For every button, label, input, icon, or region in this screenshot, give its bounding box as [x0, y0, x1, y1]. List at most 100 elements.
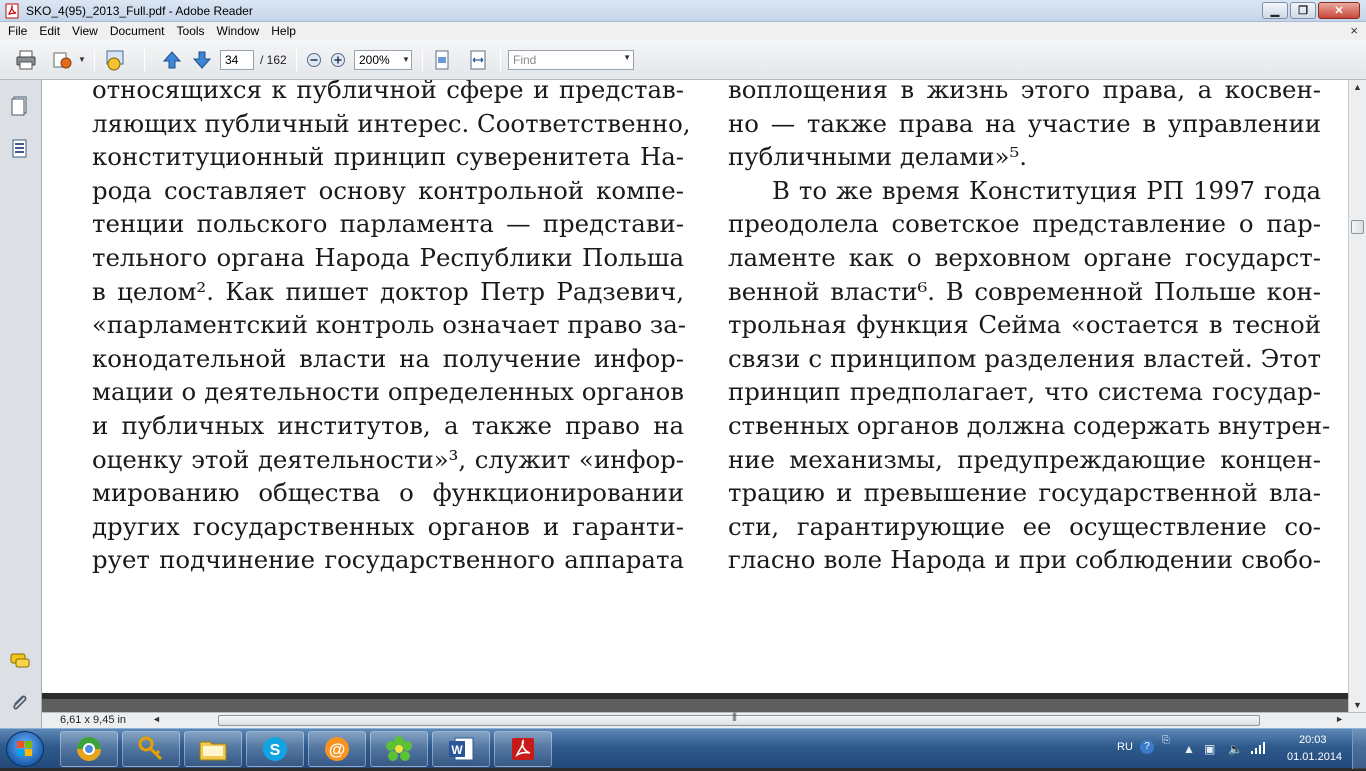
fit-page-button[interactable]: [430, 48, 454, 72]
zoom-in-button[interactable]: [326, 48, 350, 72]
find-input[interactable]: Find ▼: [508, 50, 634, 70]
scroll-right-icon[interactable]: ►: [1335, 714, 1344, 724]
volume-icon[interactable]: 🔈: [1228, 742, 1243, 756]
comments-icon[interactable]: [9, 650, 31, 672]
pages-icon[interactable]: [9, 94, 31, 116]
restore-button[interactable]: ❐: [1290, 2, 1316, 19]
text-line: трольная функция Сейма «остается в тесно…: [728, 310, 1321, 340]
menu-document[interactable]: Document: [104, 24, 171, 38]
minimize-button[interactable]: ▁: [1262, 2, 1288, 19]
share-dropdown-icon[interactable]: ▼: [78, 55, 86, 79]
share-icon: [53, 52, 72, 69]
language-indicator[interactable]: RU: [1117, 741, 1133, 753]
collaborate-icon: [106, 50, 124, 71]
usb-device-icon[interactable]: ▣: [1204, 742, 1215, 756]
zoom-level-value: 200%: [359, 53, 390, 67]
vertical-scrollbar[interactable]: ▲ ▼: [1348, 80, 1366, 712]
text-line: оценку этой деятельности»³, служит «инфо…: [92, 444, 684, 474]
scroll-up-icon[interactable]: ▲: [1353, 82, 1362, 92]
print-button[interactable]: [14, 48, 38, 72]
pdf-icon: [512, 738, 534, 760]
close-icon: ✕: [1334, 5, 1344, 17]
title-bar: SKO_4(95)_2013_Full.pdf - Adobe Reader ▁…: [0, 0, 1366, 22]
text-line: ственных органов должна содержать внутре…: [728, 410, 1331, 440]
menu-edit[interactable]: Edit: [33, 24, 66, 38]
text-line: в целом². Как пишет доктор Петр Радзевич…: [92, 276, 684, 306]
adobe-reader-app[interactable]: [494, 731, 552, 767]
status-bar: 6,61 x 9,45 in ◄ ||| ►: [42, 711, 1366, 728]
text-line: других государственных органов и гаранти…: [92, 511, 684, 541]
show-desktop-button[interactable]: [1352, 729, 1366, 769]
attachments-icon[interactable]: [9, 138, 31, 160]
browser-icon: [77, 737, 101, 761]
close-button[interactable]: ✕: [1318, 2, 1360, 19]
scroll-down-icon[interactable]: ▼: [1353, 700, 1362, 710]
zoom-dropdown-icon[interactable]: ▼: [402, 55, 410, 79]
svg-text:S: S: [270, 742, 281, 759]
horizontal-scroll-thumb[interactable]: [218, 715, 1260, 726]
previous-page-icon: [162, 51, 182, 69]
text-line: сти, гарантирующие ее осуществление со-: [728, 511, 1321, 541]
vertical-scroll-thumb[interactable]: [1351, 220, 1364, 234]
text-line: воплощения в жизнь этого права, а косвен…: [728, 80, 1321, 104]
find-dropdown-icon[interactable]: ▼: [623, 53, 631, 62]
folder-icon: [199, 741, 227, 761]
page-number-input[interactable]: 34: [220, 50, 254, 70]
text-line: связи с принципом разделения властей. Эт…: [728, 343, 1321, 373]
toolbar: ▼ 34 / 162 200% ▼ Find ▼: [0, 40, 1366, 80]
menu-view[interactable]: View: [66, 24, 104, 38]
explorer-app[interactable]: [184, 731, 242, 767]
svg-text:@: @: [329, 740, 346, 759]
document-close-button[interactable]: ×: [1350, 23, 1358, 38]
word-app[interactable]: W: [432, 731, 490, 767]
window-title: SKO_4(95)_2013_Full.pdf - Adobe Reader: [26, 4, 253, 18]
text-line: рода составляет основу контрольной компе…: [92, 175, 684, 205]
start-button[interactable]: [6, 731, 44, 767]
page-gap: [42, 693, 1348, 712]
skype-app[interactable]: S: [246, 731, 304, 767]
navigation-panel: [0, 80, 42, 712]
text-line: мации о деятельности определенных органо…: [92, 377, 684, 407]
text-line: относящихся к публичной сфере и представ…: [92, 80, 684, 104]
fit-width-button[interactable]: [466, 48, 490, 72]
text-line: В то же время Конституция РП 1997 года: [772, 175, 1321, 205]
pidgin-app[interactable]: [122, 731, 180, 767]
chrome-app[interactable]: [60, 731, 118, 767]
zoom-in-icon: [331, 53, 345, 67]
network-signal-icon[interactable]: [1250, 741, 1266, 755]
text-line: но — также права на участие в управлении: [728, 108, 1321, 138]
svg-text:W: W: [451, 743, 463, 757]
help-icon[interactable]: ?: [1140, 740, 1154, 754]
menu-bar: File Edit View Document Tools Window Hel…: [0, 22, 1366, 40]
scroll-left-icon[interactable]: ◄: [152, 714, 161, 724]
text-line: тенции польского парламента — представи-: [92, 209, 684, 239]
windows-logo-icon: [17, 741, 32, 756]
menu-window[interactable]: Window: [211, 24, 266, 38]
page-total-label: / 162: [260, 53, 287, 67]
restore-icon: ❐: [1298, 5, 1308, 17]
menu-help[interactable]: Help: [265, 24, 302, 38]
toolbar-separator: [500, 49, 501, 71]
previous-page-button[interactable]: [160, 48, 184, 72]
adobe-reader-icon: [5, 3, 19, 19]
zoom-out-icon: [307, 53, 321, 67]
tray-expand-icon[interactable]: ▲: [1183, 742, 1195, 756]
collaborate-button[interactable]: [104, 48, 128, 72]
text-line: ние механизмы, предупреждающие концен-: [728, 444, 1321, 474]
share-button[interactable]: [50, 48, 74, 72]
clock-time[interactable]: 20:03: [1299, 734, 1327, 746]
network-small-icon[interactable]: ⎘: [1162, 735, 1170, 746]
text-line: ляющих публичный интерес. Соответственно…: [92, 108, 691, 138]
taskbar: S @ W RU ? ⎘ ▲ ▣ 🔈 20:03 01.01.2014: [0, 728, 1366, 769]
mail-agent-app[interactable]: @: [308, 731, 366, 767]
next-page-button[interactable]: [190, 48, 214, 72]
toolbar-separator: [296, 49, 297, 71]
zoom-out-button[interactable]: [302, 48, 326, 72]
menu-file[interactable]: File: [2, 24, 33, 38]
paperclip-icon[interactable]: [9, 692, 31, 714]
menu-tools[interactable]: Tools: [171, 24, 211, 38]
document-view[interactable]: относящихся к публичной сфере и представ…: [42, 80, 1348, 693]
clock-date[interactable]: 01.01.2014: [1287, 751, 1342, 763]
fit-width-icon: [470, 50, 486, 70]
icq-app[interactable]: [370, 731, 428, 767]
